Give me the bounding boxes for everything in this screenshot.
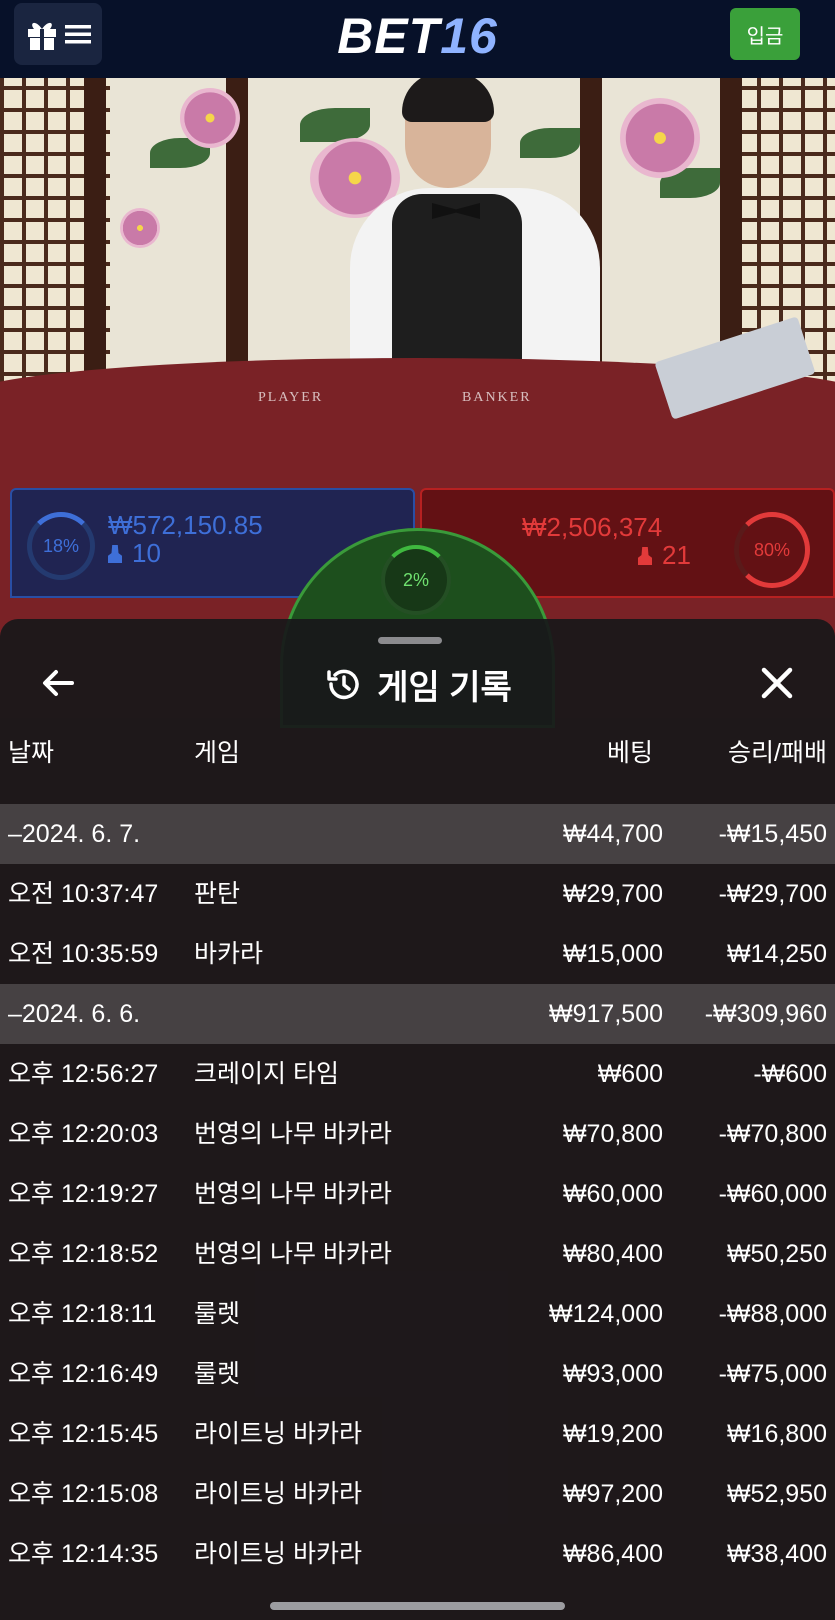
screen-post	[84, 78, 106, 398]
flower-decoration	[180, 88, 240, 148]
bet16-logo[interactable]: BET16	[0, 6, 835, 66]
row-bet-amount: ₩70,800	[562, 1120, 663, 1148]
row-bet-amount: ₩29,700	[562, 880, 663, 908]
column-header-date: 날짜	[8, 739, 55, 767]
banker-bet-amount: ₩2,506,374	[522, 512, 663, 542]
history-entry-row[interactable]: 오후 12:20:03 번영의 나무 바카라 ₩70,800 -₩70,800	[0, 1104, 835, 1164]
row-time: 오전 10:37:47	[8, 880, 159, 908]
history-entry-row[interactable]: 오후 12:19:27 번영의 나무 바카라 ₩60,000 -₩60,000	[0, 1164, 835, 1224]
table-label-player: PLAYER	[258, 390, 324, 405]
sheet-header: 게임 기록	[0, 661, 835, 707]
history-entry-row[interactable]: 오후 12:15:08 라이트닝 바카라 ₩97,200 ₩52,950	[0, 1464, 835, 1524]
leaf-decoration	[520, 128, 580, 158]
close-icon[interactable]	[755, 661, 799, 705]
player-bettor-count: 10	[108, 538, 161, 569]
row-game-name: 룰렛	[194, 1360, 241, 1388]
row-game-name: 라이트닝 바카라	[194, 1480, 362, 1508]
history-date-group-row[interactable]: –2024. 6. 7. ₩44,700 -₩15,450	[0, 804, 835, 864]
player-count-value: 10	[132, 538, 161, 568]
row-time: 오후 12:20:03	[8, 1120, 159, 1148]
row-game-name: 룰렛	[194, 1300, 241, 1328]
row-time: 오후 12:15:08	[8, 1480, 159, 1508]
history-icon	[327, 669, 359, 700]
home-indicator[interactable]	[270, 1602, 565, 1610]
dealer-hair	[402, 78, 494, 122]
row-result-amount: -₩15,450	[718, 820, 827, 848]
column-header-result: 승리/패배	[728, 739, 827, 767]
person-icon	[108, 545, 122, 563]
history-entry-row[interactable]: 오후 12:15:45 라이트닝 바카라 ₩19,200 ₩16,800	[0, 1404, 835, 1464]
row-result-amount: -₩60,000	[718, 1180, 827, 1208]
history-date-group-row[interactable]: –2024. 6. 6. ₩917,500 -₩309,960	[0, 984, 835, 1044]
table-label-banker: BANKER	[462, 390, 532, 405]
row-bet-amount: ₩86,400	[562, 1540, 663, 1568]
row-result-amount: -₩309,960	[704, 1000, 827, 1028]
row-game-name: 판탄	[194, 880, 241, 908]
row-game-name: 바카라	[194, 940, 264, 968]
row-bet-amount: ₩19,200	[562, 1420, 663, 1448]
row-game-name: 라이트닝 바카라	[194, 1540, 362, 1568]
leaf-decoration	[300, 108, 370, 142]
banker-count-value: 21	[662, 540, 691, 570]
row-result-amount: ₩16,800	[726, 1420, 827, 1448]
banker-percent-ring: 80%	[734, 512, 810, 588]
player-bet-amount: ₩572,150.85	[108, 510, 263, 540]
row-game-name: 번영의 나무 바카라	[194, 1120, 392, 1148]
row-bet-amount: ₩97,200	[562, 1480, 663, 1508]
row-result-amount: -₩29,700	[718, 880, 827, 908]
row-game-name: 번영의 나무 바카라	[194, 1240, 392, 1268]
history-entry-row[interactable]: 오전 10:37:47 판탄 ₩29,700 -₩29,700	[0, 864, 835, 924]
row-result-amount: ₩52,950	[726, 1480, 827, 1508]
history-table-body: –2024. 6. 7. ₩44,700 -₩15,450 오전 10:37:47 판탄…	[0, 804, 835, 1584]
row-result-amount: ₩14,250	[726, 940, 827, 968]
row-time: 오후 12:18:52	[8, 1240, 159, 1268]
player-percent-ring: 18%	[27, 512, 95, 580]
deposit-button[interactable]: 입금	[730, 8, 800, 60]
row-bet-amount: ₩44,700	[562, 820, 663, 848]
row-time: 오후 12:18:11	[8, 1300, 157, 1328]
history-entry-row[interactable]: 오전 10:35:59 바카라 ₩15,000 ₩14,250	[0, 924, 835, 984]
row-game-name: 크레이지 타임	[194, 1060, 339, 1088]
tie-percent-ring: 2%	[381, 545, 451, 615]
row-bet-amount: ₩917,500	[549, 1000, 663, 1028]
row-time: 오후 12:56:27	[8, 1060, 159, 1088]
history-entry-row[interactable]: 오후 12:56:27 크레이지 타임 ₩600 -₩600	[0, 1044, 835, 1104]
row-game-name: 라이트닝 바카라	[194, 1420, 362, 1448]
row-result-amount: -₩75,000	[718, 1360, 827, 1388]
row-result-amount: ₩38,400	[726, 1540, 827, 1568]
person-icon	[638, 547, 652, 565]
sheet-title: 게임 기록	[377, 668, 512, 707]
row-bet-amount: ₩93,000	[562, 1360, 663, 1388]
history-entry-row[interactable]: 오후 12:18:11 룰렛 ₩124,000 -₩88,000	[0, 1284, 835, 1344]
top-bar: BET16 입금	[0, 0, 835, 78]
row-time: –2024. 6. 6.	[8, 1000, 141, 1028]
row-time: 오후 12:16:49	[8, 1360, 159, 1388]
row-time: 오후 12:14:35	[8, 1540, 159, 1568]
row-bet-amount: ₩600	[597, 1060, 663, 1088]
row-result-amount: -₩70,800	[718, 1120, 827, 1148]
banker-bettor-count: 21	[638, 540, 691, 571]
row-result-amount: -₩88,000	[718, 1300, 827, 1328]
row-result-amount: -₩600	[753, 1060, 827, 1088]
row-time: 오전 10:35:59	[8, 940, 159, 968]
history-entry-row[interactable]: 오후 12:18:52 번영의 나무 바카라 ₩80,400 ₩50,250	[0, 1224, 835, 1284]
row-bet-amount: ₩80,400	[562, 1240, 663, 1268]
history-entry-row[interactable]: 오후 12:14:35 라이트닝 바카라 ₩86,400 ₩38,400	[0, 1524, 835, 1584]
history-entry-row[interactable]: 오후 12:16:49 룰렛 ₩93,000 -₩75,000	[0, 1344, 835, 1404]
row-time: –2024. 6. 7.	[8, 820, 141, 848]
row-time: 오후 12:19:27	[8, 1180, 159, 1208]
flower-decoration	[120, 208, 160, 248]
row-bet-amount: ₩60,000	[562, 1180, 663, 1208]
sheet-drag-handle[interactable]	[378, 637, 442, 644]
history-table-header: 날짜 게임 베팅 승리/패배	[0, 733, 835, 773]
column-header-game: 게임	[194, 739, 241, 767]
column-header-bet: 베팅	[606, 739, 653, 767]
row-time: 오후 12:15:45	[8, 1420, 159, 1448]
game-history-sheet: 게임 기록 날짜 게임 베팅 승리/패배 –2024. 6. 7. ₩44,700…	[0, 619, 835, 1620]
row-bet-amount: ₩15,000	[562, 940, 663, 968]
row-bet-amount: ₩124,000	[549, 1300, 663, 1328]
row-result-amount: ₩50,250	[726, 1240, 827, 1268]
flower-decoration	[620, 98, 700, 178]
row-game-name: 번영의 나무 바카라	[194, 1180, 392, 1208]
